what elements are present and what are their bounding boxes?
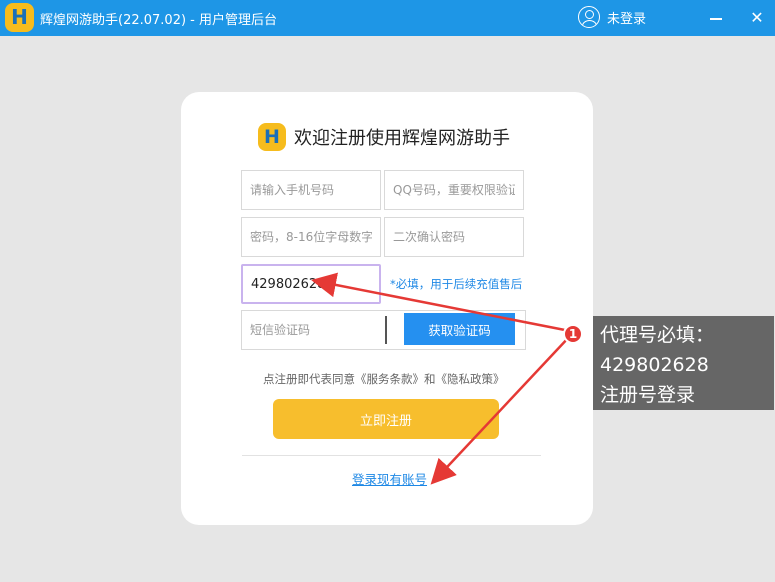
password-input[interactable] <box>241 217 381 257</box>
window-title: 辉煌网游助手(22.07.02) - 用户管理后台 <box>40 13 277 28</box>
get-sms-code-button[interactable]: 获取验证码 <box>404 313 515 345</box>
sms-code-input[interactable] <box>242 311 384 349</box>
sms-code-group: 获取验证码 <box>241 310 526 350</box>
title-bar: H 辉煌网游助手(22.07.02) - 用户管理后台 未登录 ✕ <box>0 0 775 36</box>
callout-line-1: 代理号必填： <box>600 324 715 346</box>
close-button[interactable]: ✕ <box>745 6 769 30</box>
divider <box>242 455 541 456</box>
login-existing-account-link[interactable]: 登录现有账号 <box>352 469 427 488</box>
qq-input[interactable] <box>384 170 524 210</box>
confirm-password-input[interactable] <box>384 217 524 257</box>
brand-logo-icon: H <box>258 123 286 151</box>
login-status-label: 未登录 <box>607 11 647 27</box>
login-status-button[interactable]: 未登录 <box>578 6 646 28</box>
page-title: 欢迎注册使用辉煌网游助手 <box>294 128 510 149</box>
step-badge: 1 <box>563 324 583 344</box>
user-avatar-icon <box>578 6 600 28</box>
agent-code-hint: *必填，用于后续充值售后 <box>390 277 523 291</box>
callout-line-3: 注册号登录 <box>600 384 696 406</box>
minimize-button[interactable] <box>704 6 728 30</box>
agent-code-input[interactable] <box>241 264 381 304</box>
agreement-text: 点注册即代表同意《服务条款》和《隐私政策》 <box>263 372 505 386</box>
annotation-callout: 代理号必填： 429802628 注册号登录 <box>593 316 774 410</box>
text-cursor <box>385 316 387 344</box>
phone-input[interactable] <box>241 170 381 210</box>
callout-line-2: 429802628 <box>600 354 709 376</box>
app-logo-icon: H <box>5 3 34 32</box>
register-card: H 欢迎注册使用辉煌网游助手 *必填，用于后续充值售后 获取验证码 点注册即代表… <box>181 92 593 525</box>
brand-header: H 欢迎注册使用辉煌网游助手 <box>258 122 510 152</box>
register-button[interactable]: 立即注册 <box>273 399 499 439</box>
